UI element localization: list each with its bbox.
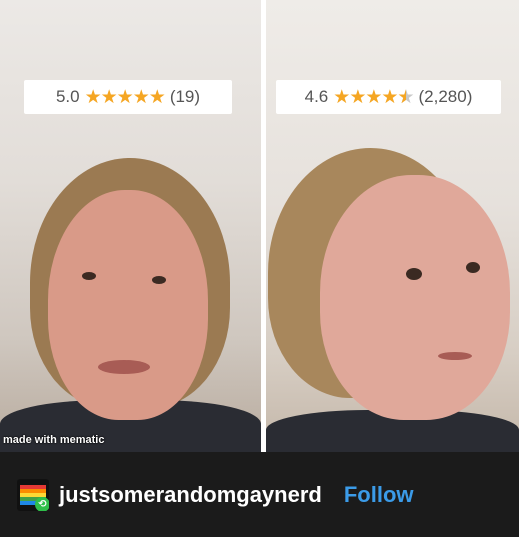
right-person-eye [466, 262, 480, 273]
right-person-mouth [438, 352, 472, 360]
right-rating-value: 4.6 [304, 87, 329, 106]
star-icon: ★ [333, 86, 350, 108]
left-rating-value: 5.0 [55, 87, 80, 106]
username-link[interactable]: justsomerandomgaynerd [59, 482, 322, 508]
star-icon: ★ [132, 86, 150, 108]
left-person-mouth [98, 360, 150, 374]
star-icon: ★ [100, 86, 118, 108]
right-star-rating: ★ ★ ★ ★ ★ [333, 86, 414, 109]
left-star-rating: ★ ★ ★ ★ ★ [84, 86, 166, 109]
star-icon: ★ [84, 86, 102, 108]
right-review-count: (2,280) [418, 87, 473, 106]
left-panel: 5.0 ★ ★ ★ ★ ★ (19) made with mematic [0, 0, 261, 452]
half-star-icon: ★ [397, 86, 414, 109]
star-icon: ★ [381, 86, 398, 108]
star-icon: ★ [349, 86, 366, 108]
post-footer: ⟲ justsomerandomgaynerd Follow [0, 452, 519, 537]
left-review-count: (19) [169, 87, 201, 106]
reblog-icon: ⟲ [35, 496, 49, 511]
left-person-eye [152, 276, 166, 284]
right-person-eye [406, 268, 422, 280]
left-person-face [48, 190, 208, 420]
left-rating-card: 5.0 ★ ★ ★ ★ ★ (19) [24, 80, 232, 114]
star-icon: ★ [148, 86, 166, 108]
mematic-watermark: made with mematic [3, 434, 105, 446]
left-person-eye [82, 272, 96, 280]
star-icon: ★ [116, 86, 134, 108]
right-person-face [320, 175, 510, 420]
star-icon: ★ [365, 86, 382, 108]
meme-image: 5.0 ★ ★ ★ ★ ★ (19) made with mematic 4.6 ★ ★ ★… [0, 0, 519, 452]
follow-button[interactable]: Follow [344, 482, 414, 508]
user-avatar[interactable]: ⟲ [17, 478, 49, 511]
right-rating-card: 4.6 ★★★★★ (2,280) [276, 80, 501, 114]
right-panel: 4.6 ★★★★★ (2,280) [266, 0, 519, 452]
